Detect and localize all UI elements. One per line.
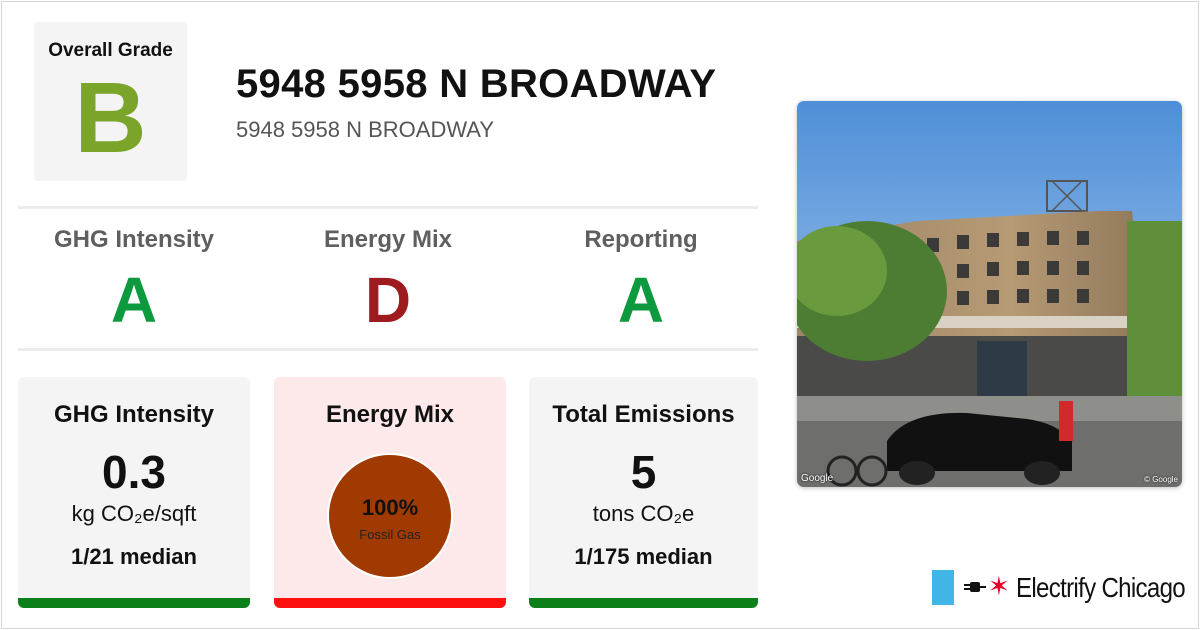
grade-energy-mix-label: Energy Mix bbox=[323, 226, 453, 253]
flag-icon bbox=[932, 570, 954, 605]
overall-grade-box: Overall Grade B bbox=[34, 22, 187, 181]
card-ghg-median: 1/21 median bbox=[71, 544, 197, 569]
card-ghg-value: 0.3 bbox=[102, 446, 166, 498]
grade-reporting-letter: A bbox=[617, 264, 665, 336]
card-ghg-title: GHG Intensity bbox=[53, 401, 215, 428]
grade-ghg-letter: A bbox=[110, 264, 158, 336]
street-view-image bbox=[797, 101, 1182, 487]
card-ghg-unit: kg CO₂e/sqft bbox=[71, 501, 197, 526]
grade-reporting: Reporting A bbox=[526, 226, 756, 332]
card-emissions-median: 1/175 median bbox=[574, 544, 713, 569]
building-name: 5948 5958 N BROADWAY bbox=[236, 62, 717, 106]
grade-ghg-label: GHG Intensity bbox=[53, 226, 215, 253]
overall-grade-letter: B bbox=[74, 62, 147, 174]
card-ghg-intensity: GHG Intensity 0.3 kg CO₂e/sqft 1/21 medi… bbox=[18, 377, 250, 608]
card-energy-mix: Energy Mix 100% Fossil Gas bbox=[274, 377, 506, 608]
divider-middle bbox=[18, 348, 758, 351]
card-emissions-status-bar bbox=[529, 598, 758, 608]
card-ghg-status-bar bbox=[18, 598, 250, 608]
energy-mix-percent: 100% bbox=[361, 495, 419, 520]
card-total-emissions: Total Emissions 5 tons CO₂e 1/175 median bbox=[529, 377, 758, 608]
building-address: 5948 5958 N BROADWAY bbox=[236, 117, 495, 142]
card-mix-status-bar bbox=[274, 598, 506, 608]
grade-energy-mix: Energy Mix D bbox=[273, 226, 503, 332]
grade-energy-mix-letter: D bbox=[364, 264, 412, 336]
energy-mix-fuel: Fossil Gas bbox=[359, 527, 421, 542]
divider-top bbox=[18, 206, 758, 209]
grade-ghg-intensity: GHG Intensity A bbox=[19, 226, 249, 332]
brand-name: Electrify Chicago bbox=[1016, 572, 1186, 603]
card-emissions-title: Total Emissions bbox=[552, 401, 735, 428]
energy-mix-pie: 100% Fossil Gas bbox=[327, 453, 453, 579]
card-mix-title: Energy Mix bbox=[325, 401, 455, 428]
card-emissions-value: 5 bbox=[630, 446, 657, 498]
photo-credit-google: Google bbox=[801, 473, 834, 484]
card-emissions-unit: tons CO₂e bbox=[592, 501, 695, 526]
grade-reporting-label: Reporting bbox=[584, 226, 698, 253]
red-star-icon: ✶ bbox=[988, 571, 1010, 601]
overall-grade-label: Overall Grade bbox=[48, 40, 173, 61]
plug-icon bbox=[964, 582, 986, 592]
building-photo: Google © Google bbox=[797, 101, 1182, 487]
photo-credit-copyright: © Google bbox=[1144, 475, 1178, 484]
